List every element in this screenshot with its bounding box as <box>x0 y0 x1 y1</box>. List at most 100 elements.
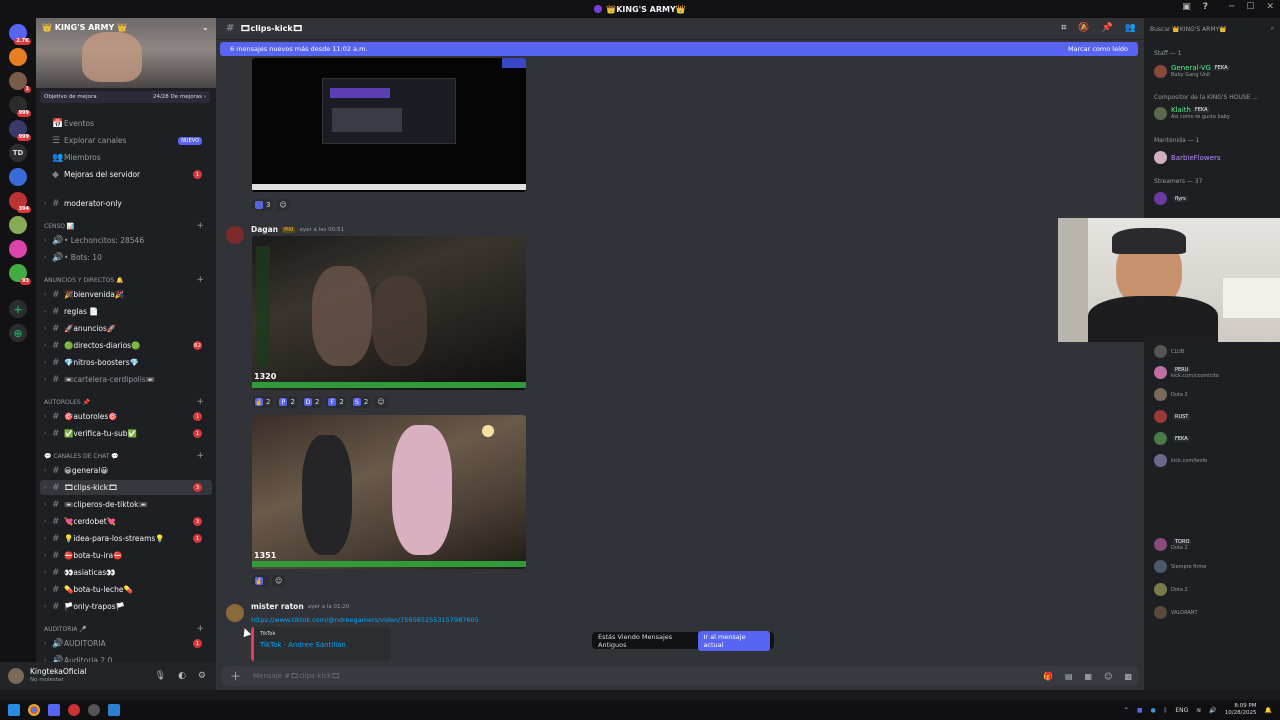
minimize-button[interactable]: ─ <box>1229 2 1234 12</box>
emoji-icon[interactable]: ☺ <box>1104 672 1112 681</box>
volume-icon[interactable]: 🔊 <box>1209 707 1216 714</box>
sticker-icon[interactable]: ▦ <box>1085 672 1093 681</box>
add-channel-icon[interactable]: + <box>196 451 204 461</box>
server-name-header[interactable]: 👑 KING'S ARMY 👑 ⌄ <box>42 23 209 32</box>
nav-item[interactable]: 📅 Eventos <box>40 116 212 131</box>
add-channel-icon[interactable]: + <box>196 397 204 407</box>
reaction-button[interactable]: P2 <box>276 396 298 408</box>
new-messages-bar[interactable]: 6 mensajes nuevos más desde 11:02 a.m. Ma… <box>220 42 1138 56</box>
threads-icon[interactable]: ⌗ <box>1061 23 1066 33</box>
notifications-icon[interactable]: 🔔 <box>1265 707 1272 714</box>
close-button[interactable]: ✕ <box>1266 2 1274 12</box>
channel-item[interactable]: › 🔊 AUDITORIA 1 <box>40 636 212 651</box>
channel-item[interactable]: › # 🏳️only-trapos🏳️ <box>40 599 212 614</box>
server-icon[interactable]: 1 <box>9 72 31 93</box>
channel-category[interactable]: ANUNCIOS Y DIRECTOS 🔔 + <box>44 275 212 285</box>
channel-item[interactable]: › # moderator-only <box>40 196 212 211</box>
member-item[interactable]: Dota 2 <box>1154 388 1188 401</box>
member-item[interactable]: VALORANT <box>1154 606 1198 619</box>
member-item[interactable]: FEKA <box>1154 432 1190 445</box>
add-attachment-icon[interactable]: ＋ <box>230 668 241 684</box>
gif-icon[interactable]: ▤ <box>1065 672 1073 681</box>
member-item[interactable]: Dota 2 <box>1154 583 1188 596</box>
member-item[interactable]: General-VG FEKA Baby Gang Unit <box>1154 64 1230 78</box>
maximize-button[interactable]: ☐ <box>1246 2 1254 12</box>
bluetooth-icon[interactable]: ᛒ <box>1164 707 1168 714</box>
windows-start-icon[interactable] <box>8 704 20 716</box>
jump-to-present-button[interactable]: Ir al mensaje actual <box>698 630 770 651</box>
channel-item[interactable]: › # 👀asiaticas👀 <box>40 565 212 580</box>
server-icon[interactable] <box>9 240 27 258</box>
reaction-button[interactable]: 🤞 2 <box>252 396 274 408</box>
apps-icon[interactable]: ▩ <box>1124 672 1132 681</box>
channel-item[interactable]: › 🔊 • Lechoncitos: 28546 <box>40 233 212 248</box>
member-item[interactable]: PERU kick.com/cozmicito <box>1154 366 1219 379</box>
inbox-icon[interactable]: ▣ <box>1182 2 1191 12</box>
channel-item[interactable]: › # ⛔bota-tu-ira⛔ <box>40 548 212 563</box>
channel-item[interactable]: › # 🎞clips-kick🎞 3 <box>40 480 212 495</box>
nav-item[interactable]: ◆ Mejoras del servidor 1 <box>40 167 212 182</box>
member-item[interactable]: CLUB <box>1154 345 1184 358</box>
language-indicator[interactable]: ENG <box>1175 707 1188 714</box>
help-icon[interactable]: ? <box>1203 2 1208 12</box>
tray-app-icon[interactable]: ● <box>1151 707 1156 714</box>
channel-item[interactable]: › # ✅verifica-tu-sub✅ 1 <box>40 426 212 441</box>
add-reaction-icon[interactable]: ☺ <box>272 575 286 587</box>
boost-goal-bar[interactable]: Objetivo de mejora 24/28 De mejoras › <box>40 91 210 103</box>
pin-icon[interactable]: 📌 <box>1102 23 1113 33</box>
channel-category[interactable]: AUTOROLES 📌 + <box>44 397 212 407</box>
channel-item[interactable]: › # 💘cerdobet💘 3 <box>40 514 212 529</box>
channel-category[interactable]: 💬 CANALES DE CHAT 💬 + <box>44 451 212 461</box>
member-item[interactable]: Siempre firme <box>1154 560 1206 573</box>
headphones-icon[interactable]: ◐ <box>178 671 186 681</box>
server-icon[interactable]: 999 <box>9 120 31 141</box>
link-embed[interactable]: TikTok TikTok · Andree Santillán <box>251 627 391 661</box>
chevron-up-icon[interactable]: ⌃ <box>1124 707 1129 714</box>
reaction-button[interactable]: F2 <box>325 396 347 408</box>
member-item[interactable]: flyrs <box>1154 192 1188 205</box>
reaction-button[interactable]: S2 <box>349 396 372 408</box>
server-icon[interactable] <box>9 168 27 186</box>
server-icon[interactable] <box>9 48 27 66</box>
mute-icon[interactable]: 🔕 <box>1078 23 1089 33</box>
server-icon[interactable]: 394 <box>9 192 31 213</box>
message-link[interactable]: https://www.tiktok.com/@ndreegamers/vide… <box>251 616 479 624</box>
channel-item[interactable]: › # reglas 📄 <box>40 304 212 319</box>
member-item[interactable]: kick.com/leofe <box>1154 454 1207 467</box>
message-author[interactable]: mister raton <box>251 602 304 611</box>
channel-item[interactable]: › # 💡idea-para-los-streams💡 1 <box>40 531 212 546</box>
server-icon[interactable]: 2.7K <box>9 24 31 45</box>
member-item[interactable]: TORO Dota 2 <box>1154 538 1192 551</box>
discord-icon[interactable] <box>48 704 60 716</box>
channel-item[interactable]: › # 📼cartelera-cerdipolis📼 <box>40 372 212 387</box>
notepad-icon[interactable] <box>108 704 120 716</box>
avatar[interactable] <box>226 226 244 244</box>
channel-item[interactable]: › # 💎nitros-boosters💎 <box>40 355 212 370</box>
gear-icon[interactable]: ⚙ <box>198 671 206 681</box>
avatar[interactable] <box>226 604 244 622</box>
discover-icon[interactable]: ⊕ <box>9 324 27 342</box>
channel-item[interactable]: › # 😀general😀 <box>40 463 212 478</box>
channel-category[interactable]: AUDITORIA 🎤 + <box>44 624 212 634</box>
mark-read-button[interactable]: Marcar como leído <box>1068 45 1128 53</box>
channel-item[interactable]: › # 📼cliperos-de-tiktok📼 <box>40 497 212 512</box>
app-icon[interactable] <box>88 704 100 716</box>
add-server-icon[interactable]: + <box>9 300 27 318</box>
message-input[interactable]: Mensaje #🎞clips-kick🎞 <box>253 672 340 680</box>
embed-title[interactable]: TikTok · Andree Santillán <box>260 641 385 649</box>
server-icon[interactable]: TD <box>9 144 27 162</box>
server-icon[interactable]: 999 <box>9 96 31 117</box>
wifi-icon[interactable]: ≋ <box>1196 707 1201 714</box>
server-icon[interactable] <box>9 216 27 234</box>
add-reaction-icon[interactable]: ☺ <box>374 396 388 408</box>
add-channel-icon[interactable]: + <box>196 221 204 231</box>
gift-icon[interactable]: 🎁 <box>1043 672 1053 681</box>
chrome-icon[interactable] <box>28 704 40 716</box>
video-clip[interactable]: 1320 <box>252 236 526 390</box>
app-icon[interactable] <box>68 704 80 716</box>
reaction-button[interactable]: 🎵 3 <box>252 199 274 211</box>
video-clip[interactable]: 1351 <box>252 415 526 569</box>
nav-item[interactable]: ☰ Explorar canales NUEVO <box>40 133 212 148</box>
channel-item[interactable]: › # 🎯autoroles🎯 1 <box>40 409 212 424</box>
channel-item[interactable]: › 🔊 • Bots: 10 <box>40 250 212 265</box>
